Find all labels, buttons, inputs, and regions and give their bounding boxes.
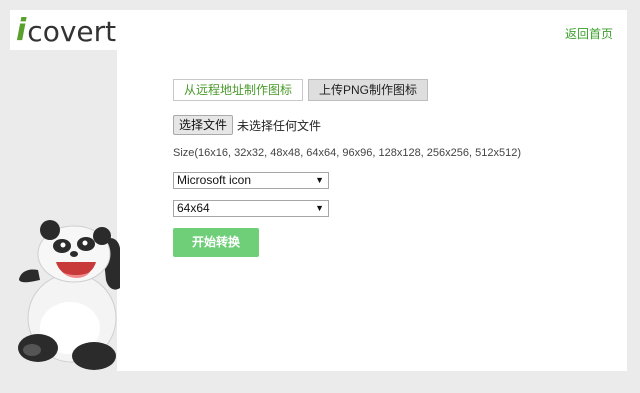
file-status: 未选择任何文件	[237, 118, 322, 133]
tab-upload-png[interactable]: 上传PNG制作图标	[308, 79, 429, 101]
dropdown-arrow-icon: ▼	[315, 175, 324, 185]
dropdown-arrow-icon: ▼	[315, 203, 324, 213]
format-select-value: Microsoft icon	[177, 173, 252, 187]
size-select-value: 64x64	[177, 201, 210, 215]
logo-letter: i	[16, 13, 27, 48]
convert-button[interactable]: 开始转换	[173, 228, 259, 257]
format-select[interactable]: Microsoft icon ▼	[173, 172, 329, 189]
sizes-info: Size(16x16, 32x32, 48x48, 64x64, 96x96, …	[173, 147, 521, 159]
tab-remote-url[interactable]: 从远程地址制作图标	[173, 79, 304, 101]
mode-tabs: 从远程地址制作图标 上传PNG制作图标	[173, 79, 429, 101]
size-select[interactable]: 64x64 ▼	[173, 200, 329, 217]
panda-mascot-icon	[18, 220, 120, 370]
file-picker: 选择文件 未选择任何文件	[173, 115, 321, 135]
choose-file-button[interactable]: 选择文件	[173, 115, 234, 135]
logo-text: covert	[27, 15, 117, 48]
home-link[interactable]: 返回首页	[565, 25, 613, 42]
site-logo[interactable]: i covert	[16, 13, 117, 48]
